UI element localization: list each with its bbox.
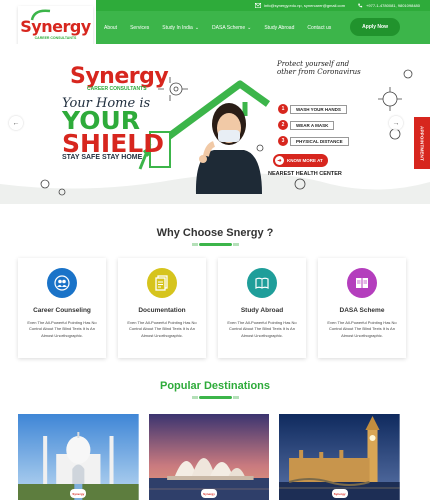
nav-study-abroad[interactable]: Study Abroad — [264, 25, 294, 31]
document-icon — [147, 268, 177, 298]
title-underline — [192, 396, 239, 399]
woman-with-mask-image — [195, 103, 262, 194]
phone-icon — [358, 3, 363, 8]
nav-dasa-scheme[interactable]: DASA Scheme ⌄ — [212, 25, 251, 31]
card-text: Even The All-Powerful Pointing Has No Co… — [127, 320, 197, 338]
nav-contact[interactable]: Contact us — [307, 25, 331, 31]
know-more-button[interactable]: ➜ KNOW MORE AT — [273, 154, 328, 167]
appointment-tab[interactable]: APPOINTMENT — [414, 117, 430, 169]
top-contact-bar: info@synergy.edu.np, synercarer@gmail.co… — [96, 0, 430, 11]
destination-badge: Synergy — [70, 489, 87, 498]
step-number: 1 — [278, 104, 288, 114]
mail-icon — [255, 3, 262, 8]
hero-line-3: SHIELD — [62, 129, 164, 158]
hero-banner: Synergy CAREER CONSULTANTS Your Home is … — [0, 44, 430, 204]
feature-cards: Career Counseling Even The All-Powerful … — [18, 258, 406, 358]
step-number: 2 — [278, 120, 288, 130]
step-label: WASH YOUR HANDS — [290, 104, 347, 114]
card-title: Career Counseling — [33, 307, 91, 314]
email-contact[interactable]: info@synergy.edu.np, synercarer@gmail.co… — [255, 3, 345, 8]
destination-badge: Synergy — [331, 489, 348, 498]
people-icon — [47, 268, 77, 298]
know-more-label: KNOW MORE AT — [287, 158, 323, 163]
logo-swoosh-icon — [30, 9, 51, 21]
open-book-icon — [347, 268, 377, 298]
big-ben-image — [279, 414, 401, 500]
nav-about[interactable]: About — [104, 25, 117, 31]
arrow-right-icon: → — [392, 119, 400, 127]
card-title: Study Abroad — [240, 307, 284, 314]
arrow-right-icon: ➜ — [275, 156, 284, 165]
destination-united-kingdom[interactable]: Synergy — [279, 414, 401, 500]
destination-cards: Synergy Synergy Synergy — [18, 414, 401, 500]
card-dasa-scheme[interactable]: DASA Scheme Even The All-Powerful Pointi… — [318, 258, 406, 358]
nav-study-in-india-label: Study In India — [162, 24, 193, 31]
card-study-abroad[interactable]: Study Abroad Even The All-Powerful Point… — [218, 258, 306, 358]
step-label: WEAR A MASK — [290, 120, 335, 130]
step-wear-mask: 2 WEAR A MASK — [278, 120, 335, 130]
apply-now-button[interactable]: Apply Now — [350, 18, 400, 36]
card-text: Even The All-Powerful Pointing Has No Co… — [327, 320, 397, 338]
chevron-down-icon: ⌄ — [247, 24, 252, 31]
hero-logo-tagline: CAREER CONSULTANTS — [87, 86, 147, 92]
card-career-counseling[interactable]: Career Counseling Even The All-Powerful … — [18, 258, 106, 358]
card-text: Even The All-Powerful Pointing Has No Co… — [27, 320, 97, 338]
step-label: PHYSICAL DISTANCE — [290, 136, 349, 146]
card-text: Even The All-Powerful Pointing Has No Co… — [227, 320, 297, 338]
step-physical-distance: 3 PHYSICAL DISTANCE — [278, 136, 349, 146]
nav-dasa-scheme-label: DASA Scheme — [212, 24, 246, 31]
phone-text: +977-1-4780081, 9801098480 — [366, 3, 420, 8]
nav-services[interactable]: Services — [130, 25, 149, 31]
popular-destinations-title: Popular Destinations — [159, 380, 271, 392]
hero-line-4: STAY SAFE STAY HOME — [62, 154, 143, 161]
logo-tagline: CAREER CONSULTANTS — [34, 35, 77, 40]
site-header: info@synergy.edu.np, synercarer@gmail.co… — [0, 0, 430, 50]
main-nav: About Services Study In India ⌄ DASA Sche… — [96, 11, 430, 44]
phone-contact[interactable]: +977-1-4780081, 9801098480 — [357, 3, 420, 8]
slider-prev-button[interactable]: ← — [9, 116, 23, 130]
destination-australia[interactable]: Synergy — [148, 414, 270, 500]
arrow-left-icon: ← — [12, 119, 20, 127]
card-documentation[interactable]: Documentation Even The All-Powerful Poin… — [118, 258, 206, 358]
sydney-opera-house-image — [148, 414, 270, 500]
taj-mahal-image — [18, 414, 139, 500]
card-title: Documentation — [138, 307, 186, 314]
email-text: info@synergy.edu.np, synercarer@gmail.co… — [264, 3, 346, 8]
protect-text: Protect yourself and other from Coronavi… — [277, 60, 361, 77]
slider-next-button[interactable]: → — [389, 116, 403, 130]
step-wash-hands: 1 WASH YOUR HANDS — [278, 104, 347, 114]
card-title: DASA Scheme — [339, 307, 385, 314]
nav-study-in-india[interactable]: Study In India ⌄ — [162, 25, 199, 31]
book-icon — [247, 268, 277, 298]
nearest-health-center-text: NEAREST HEALTH CENTER — [268, 171, 342, 177]
destination-india[interactable]: Synergy — [18, 414, 139, 500]
destination-badge: Synergy — [201, 489, 217, 498]
why-choose-title: Why Choose Snergy ? — [156, 227, 274, 239]
chevron-down-icon: ⌄ — [194, 24, 200, 31]
title-underline — [192, 243, 239, 246]
step-number: 3 — [278, 136, 288, 146]
